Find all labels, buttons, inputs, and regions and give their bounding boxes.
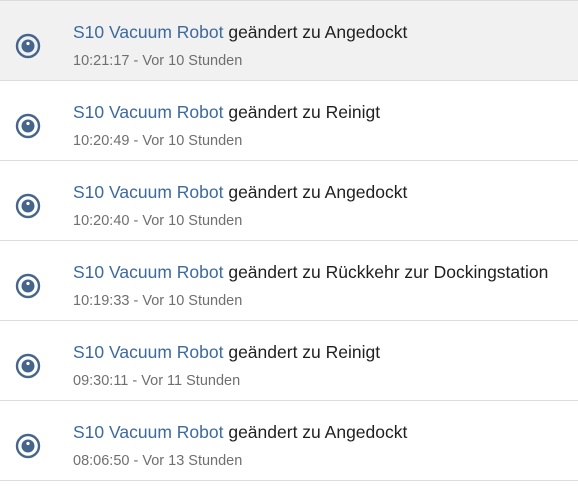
entry-relative-time: Vor 10 Stunden bbox=[142, 213, 243, 229]
robot-vacuum-icon bbox=[15, 353, 41, 379]
logbook-entry[interactable]: S10 Vacuum Robot geändert zu Angedockt 1… bbox=[0, 161, 578, 241]
entry-message: geändert zu Angedockt bbox=[228, 422, 408, 442]
entry-time: 10:19:33 bbox=[73, 293, 130, 309]
entry-separator: - bbox=[129, 53, 143, 69]
entry-relative-time: Vor 13 Stunden bbox=[142, 453, 243, 469]
entry-title: S10 Vacuum Robot geändert zu Angedockt bbox=[73, 180, 407, 204]
entity-link[interactable]: S10 Vacuum Robot bbox=[73, 22, 223, 42]
logbook-entry[interactable]: S10 Vacuum Robot geändert zu Reinigt 09:… bbox=[0, 321, 578, 401]
entry-message: geändert zu Reinigt bbox=[228, 342, 381, 362]
entry-relative-time: Vor 10 Stunden bbox=[142, 293, 243, 309]
entry-timestamp: 10:20:40 - Vor 10 Stunden bbox=[73, 211, 242, 231]
entry-title: S10 Vacuum Robot geändert zu Angedockt bbox=[73, 420, 407, 444]
robot-vacuum-icon bbox=[15, 113, 41, 139]
entry-separator: - bbox=[129, 293, 143, 309]
entry-message: geändert zu Angedockt bbox=[228, 22, 408, 42]
entry-relative-time: Vor 10 Stunden bbox=[142, 133, 243, 149]
logbook-entry[interactable]: S10 Vacuum Robot geändert zu Angedockt 0… bbox=[0, 401, 578, 481]
entity-link[interactable]: S10 Vacuum Robot bbox=[73, 342, 223, 362]
entry-title: S10 Vacuum Robot geändert zu Rückkehr zu… bbox=[73, 260, 548, 284]
entry-title: S10 Vacuum Robot geändert zu Reinigt bbox=[73, 100, 380, 124]
entry-message: geändert zu Angedockt bbox=[228, 182, 408, 202]
entry-timestamp: 09:30:11 - Vor 11 Stunden bbox=[73, 371, 240, 391]
entry-time: 10:20:40 bbox=[73, 213, 130, 229]
entity-link[interactable]: S10 Vacuum Robot bbox=[73, 102, 223, 122]
entity-link[interactable]: S10 Vacuum Robot bbox=[73, 262, 223, 282]
entry-time: 10:20:49 bbox=[73, 133, 130, 149]
entry-title: S10 Vacuum Robot geändert zu Angedockt bbox=[73, 20, 407, 44]
entry-separator: - bbox=[128, 373, 142, 389]
entry-separator: - bbox=[129, 453, 143, 469]
entry-time: 10:21:17 bbox=[73, 53, 130, 69]
entry-message: geändert zu Reinigt bbox=[228, 102, 381, 122]
entry-message: geändert zu Rückkehr zur Dockingstation bbox=[228, 262, 549, 282]
entry-time: 08:06:50 bbox=[73, 453, 130, 469]
entry-relative-time: Vor 10 Stunden bbox=[142, 53, 243, 69]
logbook-entry[interactable]: S10 Vacuum Robot geändert zu Angedockt 1… bbox=[0, 1, 578, 81]
entry-separator: - bbox=[129, 213, 143, 229]
entry-relative-time: Vor 11 Stunden bbox=[141, 373, 241, 389]
logbook-list: S10 Vacuum Robot geändert zu Angedockt 1… bbox=[0, 0, 578, 500]
robot-vacuum-icon bbox=[15, 33, 41, 59]
entry-timestamp: 08:06:50 - Vor 13 Stunden bbox=[73, 451, 242, 471]
entity-link[interactable]: S10 Vacuum Robot bbox=[73, 422, 223, 442]
entry-separator: - bbox=[129, 133, 143, 149]
entry-timestamp: 10:19:33 - Vor 10 Stunden bbox=[73, 291, 242, 311]
robot-vacuum-icon bbox=[15, 433, 41, 459]
logbook-entry[interactable]: S10 Vacuum Robot geändert zu Rückkehr zu… bbox=[0, 241, 578, 321]
entry-title: S10 Vacuum Robot geändert zu Reinigt bbox=[73, 340, 380, 364]
robot-vacuum-icon bbox=[15, 193, 41, 219]
entry-timestamp: 10:20:49 - Vor 10 Stunden bbox=[73, 131, 242, 151]
entity-link[interactable]: S10 Vacuum Robot bbox=[73, 182, 223, 202]
entry-time: 09:30:11 bbox=[73, 373, 129, 389]
entry-timestamp: 10:21:17 - Vor 10 Stunden bbox=[73, 51, 242, 71]
logbook-entry[interactable]: S10 Vacuum Robot geändert zu Reinigt 10:… bbox=[0, 81, 578, 161]
robot-vacuum-icon bbox=[15, 273, 41, 299]
